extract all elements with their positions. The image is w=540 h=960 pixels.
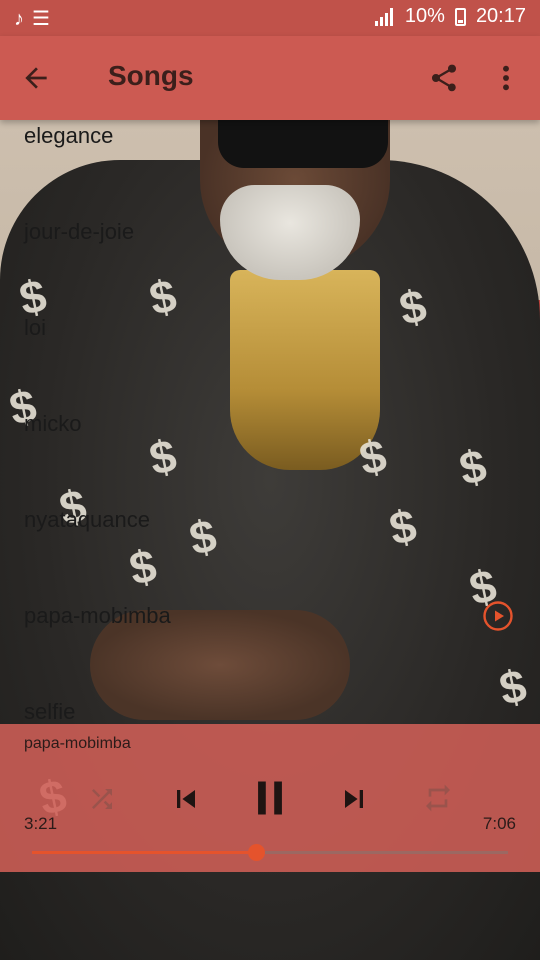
song-title: loi bbox=[24, 315, 47, 340]
song-list: elegance jour-de-joie loi micko nyataqua… bbox=[0, 120, 540, 724]
song-title: papa-mobimba bbox=[24, 603, 171, 628]
seek-progress bbox=[32, 851, 256, 854]
song-item-micko[interactable]: micko bbox=[0, 408, 540, 504]
song-title: jour-de-joie bbox=[24, 219, 135, 244]
total-time: 7:06 bbox=[482, 814, 516, 833]
play-circle-icon[interactable] bbox=[482, 600, 514, 632]
song-title: selfie bbox=[24, 699, 76, 724]
signal-icon bbox=[374, 7, 395, 26]
clock: 20:17 bbox=[475, 5, 526, 27]
back-arrow-icon[interactable] bbox=[20, 62, 52, 94]
song-item-papa-mobimba[interactable]: papa-mobimba bbox=[0, 600, 540, 696]
song-title: elegance bbox=[24, 123, 114, 148]
share-icon[interactable] bbox=[428, 62, 460, 94]
song-item-nyataquance[interactable]: nyataquance bbox=[0, 504, 540, 600]
repeat-icon[interactable] bbox=[422, 782, 454, 814]
song-title: micko bbox=[24, 411, 82, 436]
app-bar: Songs bbox=[0, 36, 540, 120]
status-left-icons: ♪☰ bbox=[14, 6, 58, 31]
song-title: nyataquance bbox=[24, 507, 150, 532]
battery-icon bbox=[454, 7, 466, 26]
seek-thumb[interactable] bbox=[247, 844, 265, 861]
seek-bar[interactable] bbox=[32, 844, 508, 861]
skip-previous-icon[interactable] bbox=[168, 781, 204, 817]
more-vert-icon[interactable] bbox=[496, 62, 516, 94]
now-playing-title: papa-mobimba bbox=[24, 735, 131, 752]
skip-next-icon[interactable] bbox=[336, 781, 372, 817]
current-time: 3:21 bbox=[24, 814, 58, 833]
pause-icon[interactable] bbox=[248, 776, 292, 820]
list-icon: ☰ bbox=[32, 8, 58, 30]
song-item-elegance[interactable]: elegance bbox=[0, 120, 540, 216]
song-item-jour-de-joie[interactable]: jour-de-joie bbox=[0, 216, 540, 312]
status-bar: ♪☰ 10% 20:17 bbox=[0, 0, 540, 36]
battery-percent: 10% bbox=[404, 5, 445, 27]
shuffle-icon[interactable] bbox=[87, 784, 117, 814]
song-item-loi[interactable]: loi bbox=[0, 312, 540, 408]
page-title: Songs bbox=[108, 60, 194, 91]
music-note-icon: ♪ bbox=[14, 8, 32, 30]
player-panel: papa-mobimba 3:21 7:06 bbox=[0, 724, 540, 872]
song-item-selfie[interactable]: selfie bbox=[0, 696, 540, 724]
